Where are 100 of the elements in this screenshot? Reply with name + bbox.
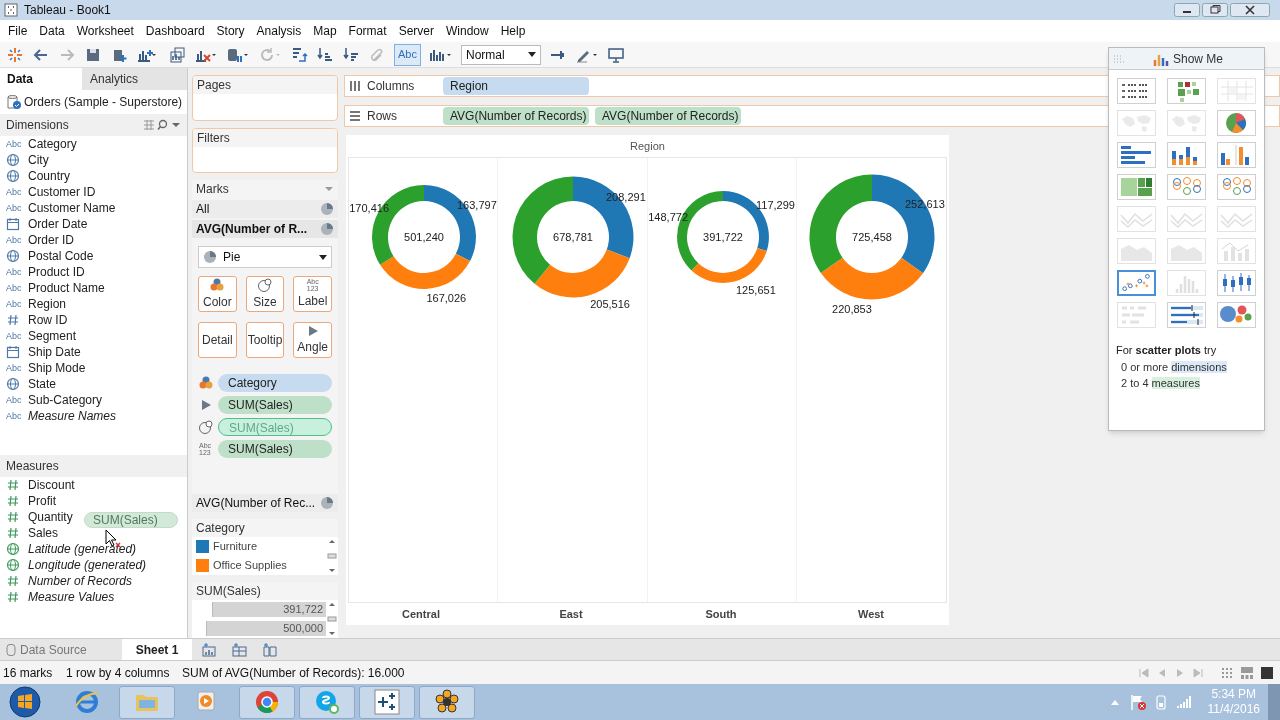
close-icon[interactable] — [1230, 3, 1270, 17]
last-sheet-icon[interactable] — [1193, 667, 1203, 678]
menu-item[interactable]: Window — [439, 21, 495, 41]
field-item[interactable]: Row ID — [28, 311, 68, 329]
mark-type-dropdown[interactable]: Pie — [198, 246, 332, 268]
field-item[interactable]: Longitude (generated) — [28, 556, 147, 574]
menu-item[interactable]: Help — [494, 21, 532, 41]
field-item[interactable]: Sales — [28, 524, 59, 542]
minimize-icon[interactable] — [1174, 3, 1200, 17]
menu-item[interactable]: Story — [210, 21, 251, 41]
pane-tab[interactable]: Data — [0, 68, 82, 90]
marks-layer[interactable]: AVG(Number of R... — [192, 220, 338, 238]
new-story-icon[interactable] — [262, 642, 278, 657]
field-item[interactable]: Ship Mode — [28, 359, 86, 377]
menu-item[interactable]: Format — [342, 21, 393, 41]
field-item[interactable]: Product ID — [28, 263, 85, 281]
field-item[interactable]: City — [28, 151, 49, 169]
chart-type-thumbnail[interactable] — [1167, 142, 1206, 168]
marks-layer[interactable]: All — [192, 200, 338, 218]
field-item[interactable]: Sub-Category — [28, 391, 103, 409]
menu-item[interactable]: Data — [33, 21, 71, 41]
field-item[interactable]: Quantity — [28, 508, 73, 526]
signal-icon[interactable] — [1175, 695, 1192, 709]
field-item[interactable]: Region — [28, 295, 67, 313]
field-item[interactable]: State — [28, 375, 57, 393]
pane-tab[interactable]: Analytics — [82, 68, 187, 90]
field-item[interactable]: Ship Date — [28, 343, 81, 361]
sheet-tab[interactable]: Sheet 1 — [122, 639, 192, 660]
sparkle-icon[interactable] — [6, 45, 24, 64]
mark-property-button[interactable]: Size — [245, 276, 285, 312]
sort-descending-icon[interactable] — [342, 45, 360, 64]
field-item[interactable]: Category — [28, 135, 77, 153]
menu-item[interactable]: File — [2, 21, 34, 41]
scrollbar-icon[interactable] — [326, 600, 338, 638]
menu-item[interactable]: Map — [307, 21, 343, 41]
field-item[interactable]: Order Date — [28, 215, 88, 233]
chart-type-thumbnail[interactable] — [1117, 174, 1156, 200]
field-item[interactable]: Discount — [28, 476, 75, 494]
field-pill[interactable]: SUM(Sales) — [218, 440, 332, 458]
field-item[interactable]: Postal Code — [28, 247, 94, 265]
menu-item[interactable]: Dashboard — [139, 21, 211, 41]
sort-ascending-icon[interactable] — [316, 45, 334, 64]
grip-icon[interactable] — [1113, 53, 1125, 64]
field-item[interactable]: Product Name — [28, 279, 105, 297]
mark-property-button[interactable]: Tooltip — [245, 322, 285, 358]
refresh-icon[interactable] — [258, 45, 282, 64]
field-item[interactable]: Number of Records — [28, 572, 133, 590]
mark-property-button[interactable]: Angle — [293, 322, 332, 358]
restore-icon[interactable] — [1202, 3, 1228, 17]
field-item[interactable]: Customer ID — [28, 183, 96, 201]
menu-item[interactable]: Worksheet — [70, 21, 140, 41]
menu-item[interactable]: Server — [392, 21, 440, 41]
filmstrip-view-icon[interactable] — [1241, 666, 1253, 679]
field-pill[interactable]: Region — [443, 77, 589, 95]
grid-view-icon[interactable] — [143, 119, 155, 131]
chart-type-thumbnail[interactable] — [1217, 110, 1256, 136]
tab-view-icon[interactable] — [1261, 666, 1273, 679]
next-sheet-icon[interactable] — [1175, 667, 1185, 678]
field-item[interactable]: Country — [28, 167, 71, 185]
chart-type-thumbnail[interactable] — [1117, 78, 1156, 104]
field-pill[interactable]: AVG(Number of Records) — [595, 107, 741, 125]
taskbar-button[interactable] — [359, 685, 415, 719]
chart-type-thumbnail[interactable] — [1167, 302, 1206, 328]
data-source-name[interactable]: Orders (Sample - Superstore) — [24, 93, 183, 111]
field-item[interactable]: Profit — [28, 492, 56, 510]
chart-type-thumbnail[interactable] — [1217, 142, 1256, 168]
battery-icon[interactable] — [1155, 694, 1166, 710]
previous-sheet-icon[interactable] — [1157, 667, 1167, 678]
field-item[interactable]: Customer Name — [28, 199, 116, 217]
field-item[interactable]: Measure Values — [28, 588, 115, 606]
chart-type-thumbnail[interactable] — [1117, 142, 1156, 168]
sheet-tab[interactable]: Data Source — [0, 639, 122, 660]
field-pill[interactable]: AVG(Number of Records) — [443, 107, 589, 125]
caret-icon[interactable] — [324, 185, 334, 193]
presentation-icon[interactable] — [606, 45, 625, 64]
chart-type-thumbnail[interactable] — [1217, 270, 1256, 296]
field-item[interactable]: Measure Names — [28, 407, 117, 425]
taskbar-button[interactable] — [419, 685, 475, 719]
chart-type-thumbnail[interactable] — [1217, 174, 1256, 200]
field-item[interactable]: Order ID — [28, 231, 74, 249]
field-item[interactable]: Segment — [28, 327, 77, 345]
fit-dropdown[interactable]: Normal — [460, 44, 541, 65]
marks-layer[interactable]: AVG(Number of Rec... — [192, 494, 338, 512]
duplicate-sheet-icon[interactable] — [168, 45, 186, 64]
field-pill[interactable]: Category — [218, 374, 332, 392]
grid-view-icon[interactable] — [1221, 666, 1233, 679]
new-worksheet-icon[interactable] — [202, 642, 218, 657]
start-orb-icon[interactable] — [9, 686, 41, 718]
mark-property-button[interactable]: Color — [198, 276, 237, 312]
field-pill[interactable]: SUM(Sales) — [218, 396, 332, 414]
chart-type-thumbnail[interactable] — [1217, 302, 1256, 328]
new-dashboard-icon[interactable] — [232, 642, 248, 657]
scrollbar-icon[interactable] — [326, 537, 338, 575]
chart-type-thumbnail[interactable] — [1167, 174, 1206, 200]
menu-item[interactable]: Analysis — [250, 21, 308, 41]
swap-axes-icon[interactable] — [290, 45, 308, 64]
show-labels-button[interactable]: Abc — [394, 43, 421, 66]
chart-type-thumbnail[interactable] — [1117, 270, 1156, 296]
mark-property-button[interactable]: Detail — [198, 322, 237, 358]
show-hidden-icon[interactable] — [1109, 698, 1120, 706]
